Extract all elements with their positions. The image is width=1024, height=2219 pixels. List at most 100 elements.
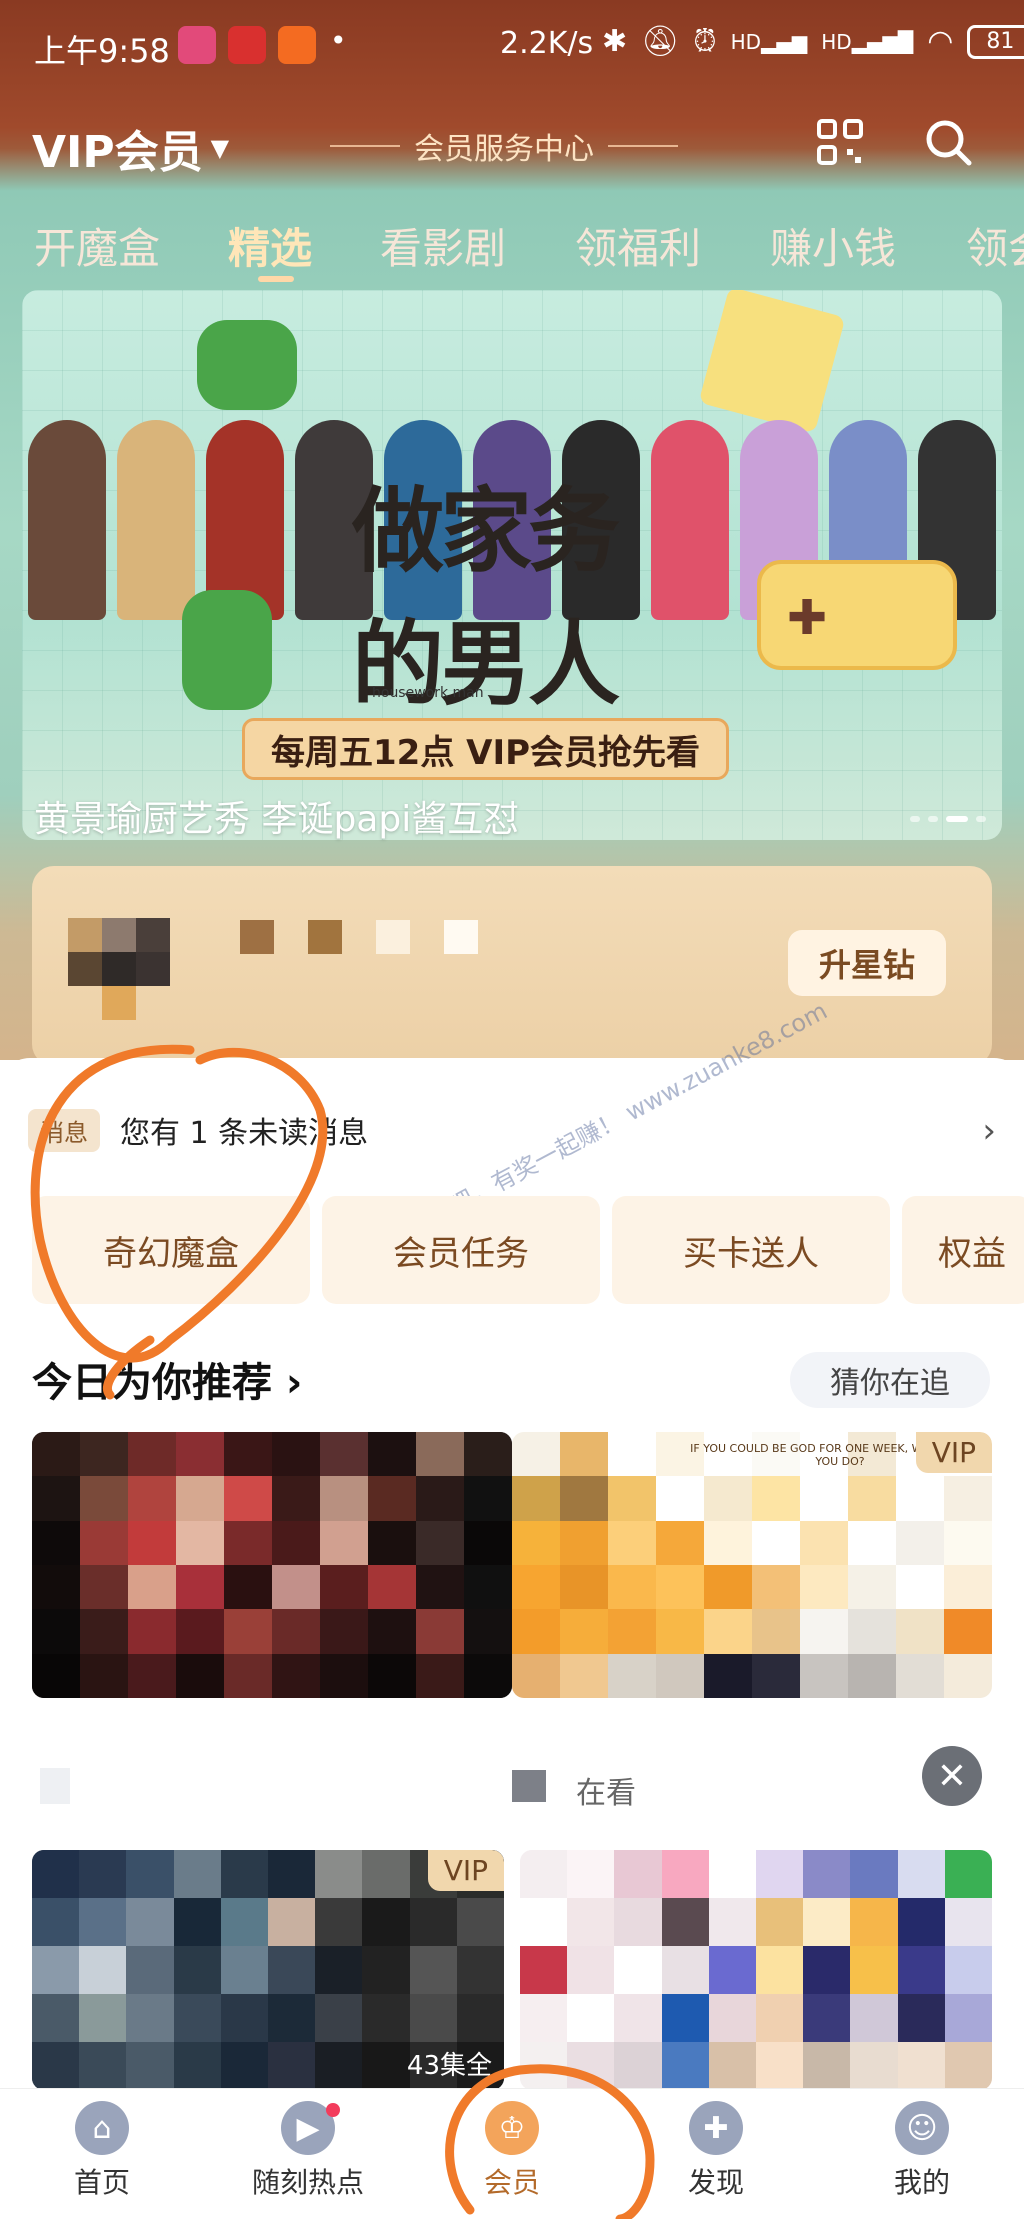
nav-hot[interactable]: ▶ 随刻热点	[238, 2101, 378, 2201]
tab-welfare[interactable]: 领福利	[575, 215, 701, 276]
status-dot: •	[330, 24, 347, 57]
active-tab-indicator	[258, 276, 294, 282]
avatar-pixelated	[136, 918, 170, 952]
pagination-dot	[910, 816, 920, 822]
username-pixelated	[376, 920, 410, 954]
video-poster[interactable]	[32, 1432, 512, 1698]
pixelated-thumbnail	[520, 1850, 992, 2090]
avatar-pixelated	[102, 986, 136, 1020]
top-bar: VIP会员 ▼ 会员服务中心	[0, 100, 1024, 190]
message-tag: 消息	[28, 1108, 100, 1152]
username-pixelated	[308, 920, 342, 954]
quick-action-gift-card[interactable]: 买卡送人	[612, 1196, 890, 1304]
caret-down-icon: ▼	[210, 134, 230, 162]
pixelated-thumbnail	[512, 1432, 992, 1698]
quick-action-benefits[interactable]: 权益	[902, 1196, 1024, 1304]
guess-following-button[interactable]: 猜你在追	[790, 1352, 990, 1408]
pagination-dot	[976, 816, 986, 822]
search-button[interactable]	[920, 114, 976, 170]
nav-label: 会员	[483, 2166, 540, 2199]
banner-caption: 黄景瑜厨艺秀 李诞papi酱互怼	[34, 799, 520, 840]
quick-actions: 奇幻魔盒 会员任务 买卡送人 权益	[32, 1196, 1024, 1308]
banner-pagination	[910, 816, 986, 822]
nav-member[interactable]: ♔ 会员	[442, 2101, 582, 2201]
episode-count: 43集全	[406, 2051, 492, 2081]
avatar-pixelated	[68, 952, 102, 986]
status-time: 上午9:58	[34, 32, 170, 70]
divider	[330, 145, 400, 147]
nav-label: 我的	[893, 2166, 950, 2199]
promo-banner[interactable]: 做家务的男人 housework man 每周五12点 VIP会员抢先看	[22, 290, 1002, 840]
video-poster[interactable]	[520, 1850, 992, 2090]
pixelated-thumbnail	[32, 1432, 512, 1698]
tab-dramas[interactable]: 看影剧	[380, 215, 506, 276]
close-button[interactable]: ✕	[922, 1746, 982, 1806]
quick-action-member-tasks[interactable]: 会员任务	[322, 1196, 600, 1304]
battery-indicator: 81	[967, 24, 1024, 59]
nav-label: 首页	[73, 2166, 130, 2199]
vip-title-dropdown[interactable]: VIP会员 ▼	[32, 116, 229, 180]
tab-more[interactable]: 领会	[966, 215, 1024, 276]
gamepad-graphic	[757, 560, 957, 670]
plus-circle-icon: ✚	[689, 2101, 743, 2155]
nav-home[interactable]: ⌂ 首页	[32, 2101, 172, 2201]
tab-open-magic-box[interactable]: 开魔盒	[34, 215, 160, 276]
message-text: 您有 1 条未读消息	[120, 1116, 369, 1151]
username-pixelated	[444, 920, 478, 954]
notification-app-icons	[178, 26, 316, 64]
upgrade-star-diamond-button[interactable]: 升星钻	[788, 930, 946, 996]
taobao-icon	[278, 26, 316, 64]
app-notification-icon	[228, 26, 266, 64]
crown-icon: ♔	[485, 2101, 539, 2155]
signal-icon: HD▂▄▆█	[821, 29, 914, 54]
cast-member	[27, 420, 106, 620]
notification-dot	[326, 2103, 340, 2117]
chevron-right-icon: ›	[982, 1111, 996, 1151]
bluetooth-icon: ✱	[602, 24, 628, 59]
vip-badge: VIP	[915, 1432, 992, 1473]
nav-label: 随刻热点	[251, 2166, 364, 2199]
status-bar: 上午9:58 • 2.2K/s ✱ 🔕︎ ⏰︎ HD▂▄▆ HD▂▄▆█ ◠ 8…	[0, 0, 1024, 90]
search-icon	[926, 120, 972, 166]
video-poster[interactable]: VIP 43集全	[32, 1850, 504, 2090]
nav-profile[interactable]: ☺ 我的	[852, 2101, 992, 2201]
profile-icon: ☺	[895, 2101, 949, 2155]
bottom-navigation: ⌂ 首页 ▶ 随刻热点 ♔ 会员 ✚ 发现 ☺ 我的	[0, 2088, 1024, 2219]
recommend-title[interactable]: 今日为你推荐 ›	[32, 1350, 302, 1408]
fist-graphic	[182, 590, 272, 710]
video-poster[interactable]: IF YOU COULD BE GOD FOR ONE WEEK, WHAT W…	[512, 1432, 992, 1698]
vip-title: VIP会员	[32, 127, 203, 178]
quick-action-magic-box[interactable]: 奇幻魔盒	[32, 1196, 310, 1304]
avatar-pixelated	[102, 918, 136, 952]
system-icons: ✱ 🔕︎ ⏰︎ HD▂▄▆ HD▂▄▆█ ◠ 81	[602, 24, 1024, 59]
unread-message-row[interactable]: 消息 您有 1 条未读消息 ›	[28, 1105, 996, 1155]
divider	[608, 145, 678, 147]
service-center-title[interactable]: 会员服务中心	[330, 124, 678, 168]
pagination-dot-active	[946, 816, 968, 822]
avatar-pixelated	[136, 952, 170, 986]
row-caption: 在看	[576, 1776, 636, 1811]
qr-code-icon	[817, 119, 863, 165]
network-speed: 2.2K/s	[500, 26, 594, 61]
banner-tagline: 每周五12点 VIP会员抢先看	[242, 718, 730, 780]
nav-label: 发现	[687, 2166, 744, 2199]
alarm-icon: ⏰︎	[693, 24, 717, 59]
app-notification-icon	[178, 26, 216, 64]
tab-earn[interactable]: 赚小钱	[770, 215, 896, 276]
signal-icon: HD▂▄▆	[730, 29, 808, 54]
mute-icon: 🔕︎	[641, 24, 680, 59]
nav-discover[interactable]: ✚ 发现	[646, 2101, 786, 2201]
show-logo: 做家务的男人	[352, 477, 620, 718]
show-logo-subtitle: housework man	[372, 685, 484, 701]
cast-member	[116, 420, 195, 620]
qr-scan-button[interactable]	[812, 114, 868, 170]
caption-placeholder	[512, 1770, 546, 1802]
home-icon: ⌂	[75, 2101, 129, 2155]
pagination-dot	[928, 816, 938, 822]
caption-placeholder	[40, 1768, 70, 1804]
tab-featured[interactable]: 精选	[228, 215, 312, 276]
avatar-pixelated	[68, 918, 102, 952]
username-pixelated	[240, 920, 274, 954]
wifi-icon: ◠	[927, 24, 954, 59]
vip-badge: VIP	[427, 1850, 504, 1891]
